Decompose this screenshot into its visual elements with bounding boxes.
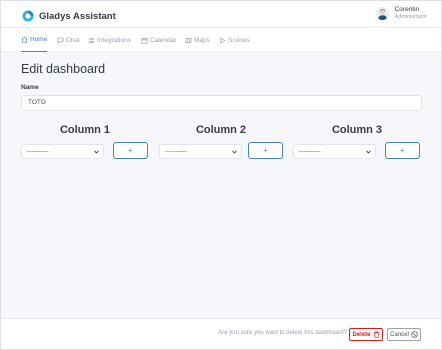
user-name: Corentin bbox=[394, 6, 420, 13]
footer-bar: Are you sure you want to delete this das… bbox=[1, 318, 441, 349]
column-2-title: Column 2 bbox=[195, 124, 247, 136]
gladys-logo-icon bbox=[22, 10, 34, 22]
app-name: Gladys Assistant bbox=[39, 10, 116, 22]
column-3-add-button[interactable]: + bbox=[385, 142, 420, 159]
column-2-add-button[interactable]: + bbox=[248, 142, 283, 159]
page-title: Edit dashboard bbox=[21, 62, 106, 76]
nav-label: Integrations bbox=[97, 36, 131, 44]
nav-label: Maps bbox=[194, 36, 210, 44]
nav-label: Calendar bbox=[150, 36, 177, 44]
select-value: ---------- bbox=[165, 148, 187, 155]
column-2-select[interactable]: ---------- bbox=[159, 144, 242, 159]
column-1-select[interactable]: ---------- bbox=[21, 144, 104, 159]
play-icon bbox=[220, 36, 226, 44]
nav-item-scenes[interactable]: Scenes bbox=[219, 28, 250, 52]
delete-label: Delete bbox=[352, 331, 371, 338]
window-frame bbox=[0, 0, 442, 350]
user-role: Administrator bbox=[394, 14, 427, 20]
header: Gladys Assistant Corentin Administrator bbox=[1, 1, 441, 28]
integrations-icon bbox=[88, 37, 95, 43]
nav-item-integrations[interactable]: Integrations bbox=[88, 28, 131, 52]
delete-confirm-text: Are you sure you want to delete this das… bbox=[218, 330, 347, 336]
calendar-icon bbox=[141, 37, 148, 44]
chevron-down-icon bbox=[232, 150, 237, 154]
dashboard-name-input[interactable]: TOTO bbox=[21, 95, 422, 111]
chevron-down-icon bbox=[94, 150, 99, 154]
column-1-title: Column 1 bbox=[59, 124, 111, 136]
nav-item-calendar[interactable]: Calendar bbox=[141, 28, 176, 52]
column-3-select[interactable]: ---------- bbox=[293, 144, 376, 159]
delete-button[interactable]: Delete bbox=[349, 328, 383, 341]
column-3-title: Column 3 bbox=[331, 124, 383, 136]
select-value: ---------- bbox=[27, 148, 49, 155]
trash-icon bbox=[373, 331, 379, 338]
nav-label: Scenes bbox=[228, 36, 250, 44]
brand[interactable]: Gladys Assistant bbox=[22, 9, 116, 23]
nav-item-chat[interactable]: Chat bbox=[57, 28, 80, 52]
map-icon bbox=[185, 37, 192, 43]
cancel-button[interactable]: Cancel bbox=[387, 328, 421, 341]
home-icon bbox=[21, 36, 28, 43]
user-avatar-icon bbox=[375, 7, 389, 20]
nav-label: Home bbox=[30, 36, 48, 43]
select-value: ---------- bbox=[299, 148, 321, 155]
nav-item-home[interactable]: Home bbox=[21, 28, 48, 52]
avatar bbox=[375, 7, 389, 20]
user-menu[interactable]: Corentin Administrator bbox=[375, 6, 427, 21]
chat-icon bbox=[57, 37, 64, 44]
nav-item-maps[interactable]: Maps bbox=[185, 28, 210, 52]
main-nav: Home Chat Integrations Calendar Maps Sce… bbox=[1, 28, 441, 52]
nav-label: Chat bbox=[66, 36, 80, 44]
cancel-label: Cancel bbox=[390, 331, 409, 338]
name-label: Name bbox=[21, 84, 39, 91]
cancel-icon bbox=[411, 331, 418, 338]
chevron-down-icon bbox=[366, 150, 371, 154]
column-1-add-button[interactable]: + bbox=[113, 142, 148, 159]
